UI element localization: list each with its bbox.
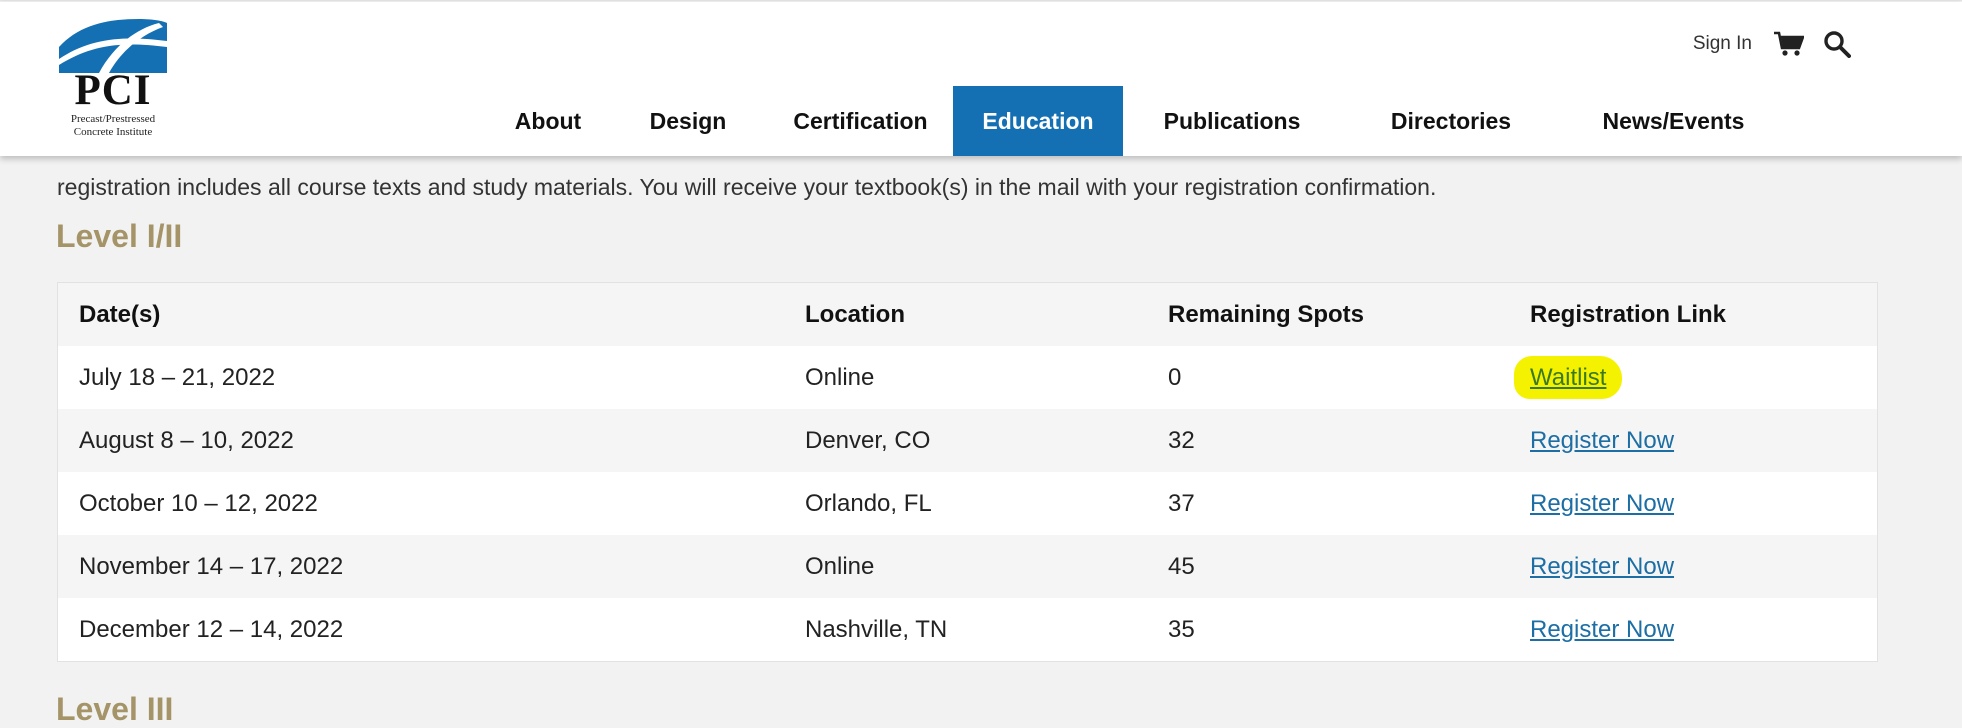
logo-subtitle-line1: Precast/Prestressed [70,113,156,125]
cell-remaining-spots: 45 [1147,535,1509,598]
main-nav: About Design Certification Education Pub… [488,86,1786,156]
register-now-link[interactable]: Register Now [1530,553,1674,580]
cell-dates: October 10 – 12, 2022 [58,472,784,535]
cell-registration: Register Now [1509,535,1877,598]
cell-remaining-spots: 35 [1147,598,1509,661]
cell-location: Orlando, FL [784,472,1147,535]
logo-subtitle-line2: Concrete Institute [73,126,153,138]
cell-location: Nashville, TN [784,598,1147,661]
cell-remaining-spots: 0 [1147,346,1509,409]
cell-dates: August 8 – 10, 2022 [58,409,784,472]
schedule-table: Date(s) Location Remaining Spots Registr… [58,283,1877,661]
table-row: November 14 – 17, 2022 Online 45 Registe… [58,535,1877,598]
table-row: December 12 – 14, 2022 Nashville, TN 35 … [58,598,1877,661]
site-header: PCI Precast/Prestressed Concrete Institu… [0,2,1962,156]
table-row: October 10 – 12, 2022 Orlando, FL 37 Reg… [58,472,1877,535]
cell-registration: Register Now [1509,472,1877,535]
pci-logo[interactable]: PCI Precast/Prestressed Concrete Institu… [55,17,175,141]
table-row: August 8 – 10, 2022 Denver, CO 32 Regist… [58,409,1877,472]
register-now-link[interactable]: Register Now [1530,490,1674,517]
cell-registration: Register Now [1509,409,1877,472]
section-heading-level-1-2: Level I/II [56,218,183,254]
nav-education[interactable]: Education [953,86,1123,156]
waitlist-link[interactable]: Waitlist [1514,355,1623,399]
cell-remaining-spots: 37 [1147,472,1509,535]
nav-publications[interactable]: Publications [1123,86,1341,156]
cell-dates: July 18 – 21, 2022 [58,346,784,409]
pci-logo-mark-icon [59,19,167,73]
cell-remaining-spots: 32 [1147,409,1509,472]
cell-registration: Waitlist [1509,346,1877,409]
column-header-location: Location [784,283,1147,346]
nav-design[interactable]: Design [608,86,768,156]
cell-dates: November 14 – 17, 2022 [58,535,784,598]
utility-nav: Sign In [1693,28,1854,60]
nav-news-events[interactable]: News/Events [1561,86,1786,156]
column-header-registration-link: Registration Link [1509,283,1877,346]
cell-location: Online [784,346,1147,409]
register-now-link[interactable]: Register Now [1530,427,1674,454]
logo-wordmark: PCI [74,67,152,114]
schedule-table-wrapper: Date(s) Location Remaining Spots Registr… [57,282,1878,662]
nav-about[interactable]: About [488,86,608,156]
column-header-dates: Date(s) [58,283,784,346]
intro-text: registration includes all course texts a… [57,174,1437,200]
cell-location: Online [784,535,1147,598]
table-row: July 18 – 21, 2022 Online 0 Waitlist [58,346,1877,409]
register-now-link[interactable]: Register Now [1530,616,1674,643]
logo-subtitle: Precast/Prestressed Concrete Institute [55,113,171,139]
sign-in-link[interactable]: Sign In [1693,33,1752,55]
search-icon[interactable] [1820,28,1854,60]
cell-dates: December 12 – 14, 2022 [58,598,784,661]
nav-certification[interactable]: Certification [768,86,953,156]
table-header-row: Date(s) Location Remaining Spots Registr… [58,283,1877,346]
cell-registration: Register Now [1509,598,1877,661]
section-heading-level-3: Level III [56,691,174,727]
shopping-cart-icon[interactable] [1772,28,1806,60]
cell-location: Denver, CO [784,409,1147,472]
nav-directories[interactable]: Directories [1341,86,1561,156]
column-header-remaining-spots: Remaining Spots [1147,283,1509,346]
